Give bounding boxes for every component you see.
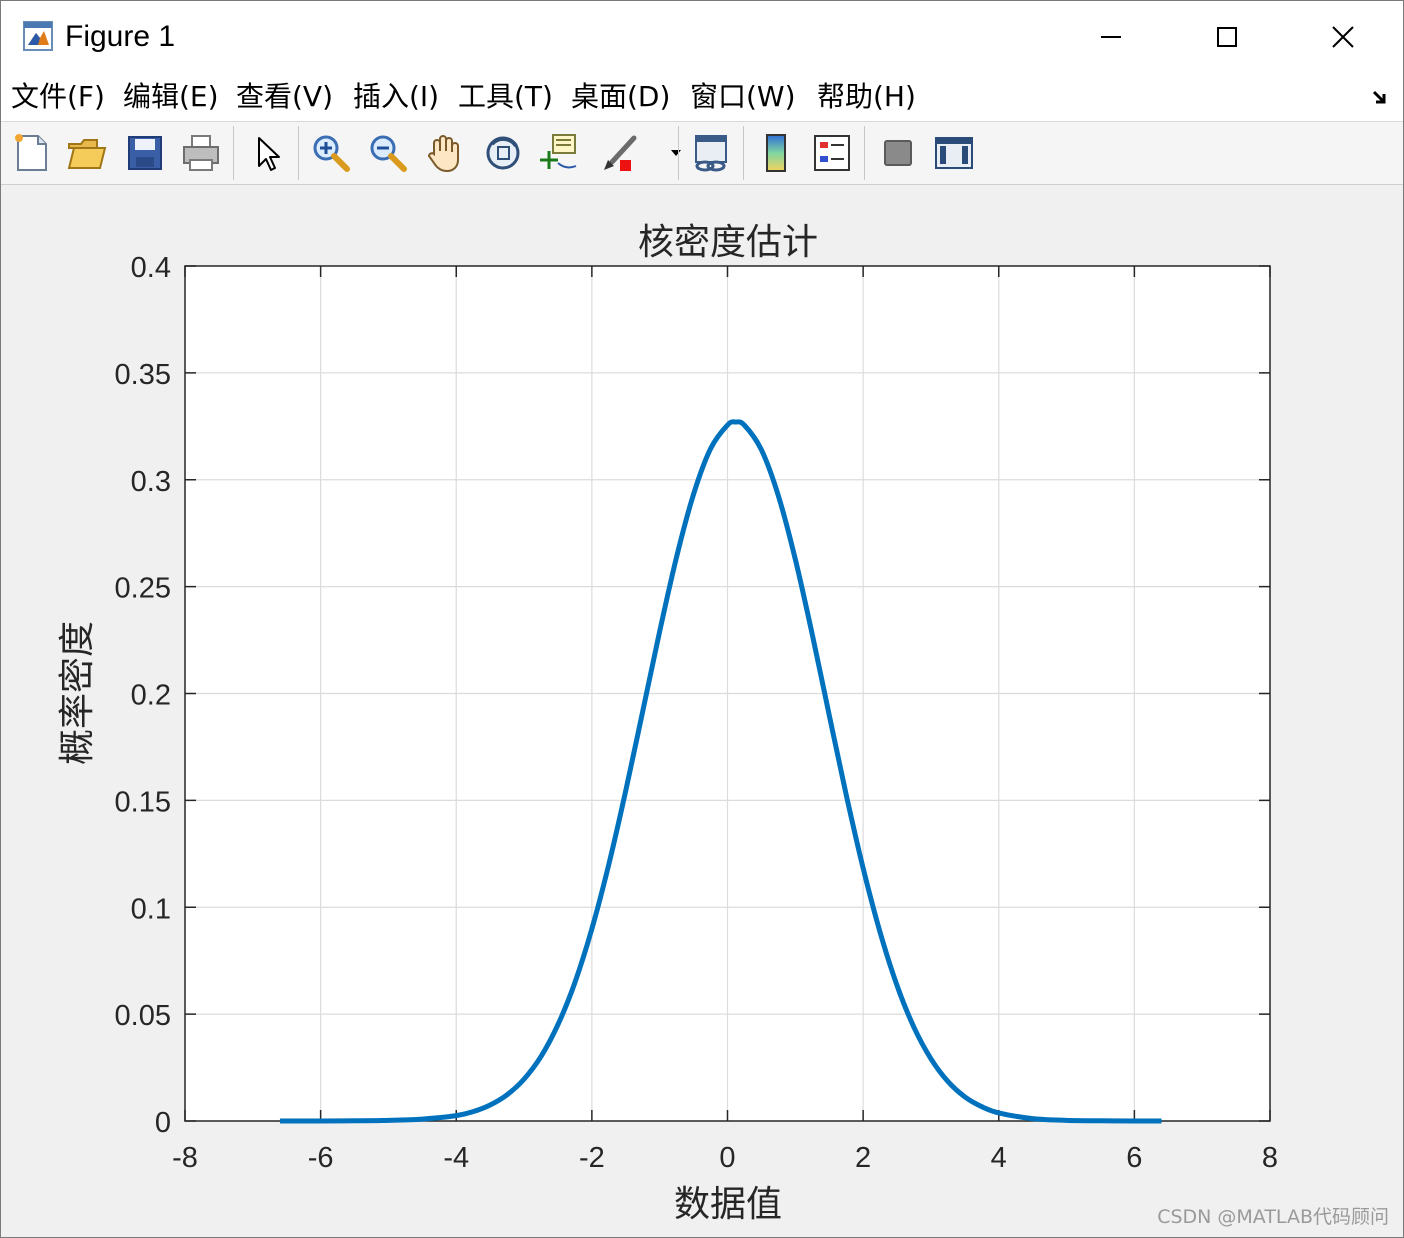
window-title: Figure 1 — [65, 20, 176, 53]
x-tick-label: -8 — [172, 1142, 198, 1174]
y-tick-label: 0.1 — [131, 893, 171, 925]
menu-desktop[interactable]: 桌面(D) — [571, 79, 670, 115]
pan-hand-icon[interactable] — [422, 130, 468, 176]
x-axis-label: 数据值 — [674, 1183, 782, 1224]
y-tick-label: 0.3 — [131, 466, 171, 498]
y-tick-label: 0.2 — [131, 680, 171, 712]
hide-plot-tools-icon[interactable] — [875, 130, 921, 176]
menu-file[interactable]: 文件(F) — [11, 79, 105, 115]
y-tick-label: 0 — [155, 1107, 171, 1139]
zoom-out-icon[interactable] — [365, 130, 411, 176]
y-tick-label: 0.35 — [115, 359, 171, 391]
toolbar-separator — [864, 126, 865, 180]
y-axis-label: 概率密度 — [56, 621, 97, 765]
toolbar-separator — [743, 126, 744, 180]
x-tick-label: 6 — [1126, 1142, 1142, 1174]
y-tick-label: 0.4 — [131, 252, 171, 284]
dock-arrow-icon[interactable] — [1371, 87, 1391, 112]
edit-plot-arrow-icon[interactable] — [245, 130, 291, 176]
chart-title: 核密度估计 — [638, 221, 818, 262]
rotate-3d-icon[interactable] — [480, 130, 526, 176]
x-tick-label: -6 — [308, 1142, 334, 1174]
x-tick-label: 8 — [1262, 1142, 1278, 1174]
menu-bar: 文件(F) 编辑(E) 查看(V) 插入(I) 工具(T) 桌面(D) 窗口(W… — [1, 73, 1403, 122]
minimize-icon — [1101, 36, 1121, 38]
x-tick-label: -2 — [579, 1142, 605, 1174]
brush-dropdown-chevron-down-icon[interactable] — [653, 130, 681, 176]
show-plot-tools-icon[interactable] — [931, 130, 977, 176]
zoom-in-icon[interactable] — [308, 130, 354, 176]
open-file-icon[interactable] — [64, 130, 110, 176]
y-tick-label: 0.05 — [115, 1000, 171, 1032]
brush-icon[interactable] — [598, 130, 644, 176]
menu-edit[interactable]: 编辑(E) — [123, 79, 219, 115]
minimize-button[interactable] — [1053, 1, 1169, 73]
menu-window[interactable]: 窗口(W) — [690, 79, 796, 115]
print-icon[interactable] — [178, 130, 224, 176]
data-cursor-icon[interactable] — [536, 130, 582, 176]
close-icon — [1332, 26, 1354, 48]
x-tick-label: 0 — [719, 1142, 735, 1174]
link-plot-icon[interactable] — [688, 130, 734, 176]
toolbar-separator — [233, 126, 234, 180]
menu-view[interactable]: 查看(V) — [236, 79, 333, 115]
menu-tools[interactable]: 工具(T) — [458, 79, 553, 115]
menu-help[interactable]: 帮助(H) — [817, 79, 916, 115]
x-tick-label: 4 — [991, 1142, 1007, 1174]
y-tick-label: 0.25 — [115, 573, 171, 605]
x-tick-labels: -8 -6 -4 -2 0 2 4 6 8 — [172, 1142, 1278, 1174]
x-tick-label: -4 — [443, 1142, 469, 1174]
insert-colorbar-icon[interactable] — [753, 130, 799, 176]
y-tick-labels: 0 0.05 0.1 0.15 0.2 0.25 0.3 0.35 0.4 — [115, 252, 171, 1139]
x-tick-label: 2 — [855, 1142, 871, 1174]
maximize-button[interactable] — [1169, 1, 1285, 73]
figure-window: Figure 1 文件(F) 编辑(E) 查看(V) 插入(I) 工具(T) 桌… — [0, 0, 1404, 1238]
toolbar-separator — [298, 126, 299, 180]
new-figure-icon[interactable] — [9, 130, 55, 176]
save-icon[interactable] — [122, 130, 168, 176]
maximize-icon — [1217, 27, 1237, 47]
insert-legend-icon[interactable] — [809, 130, 855, 176]
figure-canvas: -8 -6 -4 -2 0 2 4 6 8 0 0.05 0.1 0.15 0.2 0.25 0.3 0.35… — [1, 185, 1403, 1237]
y-tick-label: 0.15 — [115, 786, 171, 818]
close-button[interactable] — [1285, 1, 1401, 73]
kde-chart: -8 -6 -4 -2 0 2 4 6 8 0 0.05 0.1 0.15 0.2 0.25 0.3 0.35… — [56, 221, 1278, 1224]
menu-insert[interactable]: 插入(I) — [353, 79, 439, 115]
title-bar: Figure 1 — [1, 1, 1403, 73]
figure-toolbar — [1, 122, 1403, 185]
watermark-text: CSDN @MATLAB代码顾问 — [1157, 1206, 1389, 1228]
matlab-app-icon — [23, 21, 53, 51]
toolbar-separator — [678, 126, 679, 180]
